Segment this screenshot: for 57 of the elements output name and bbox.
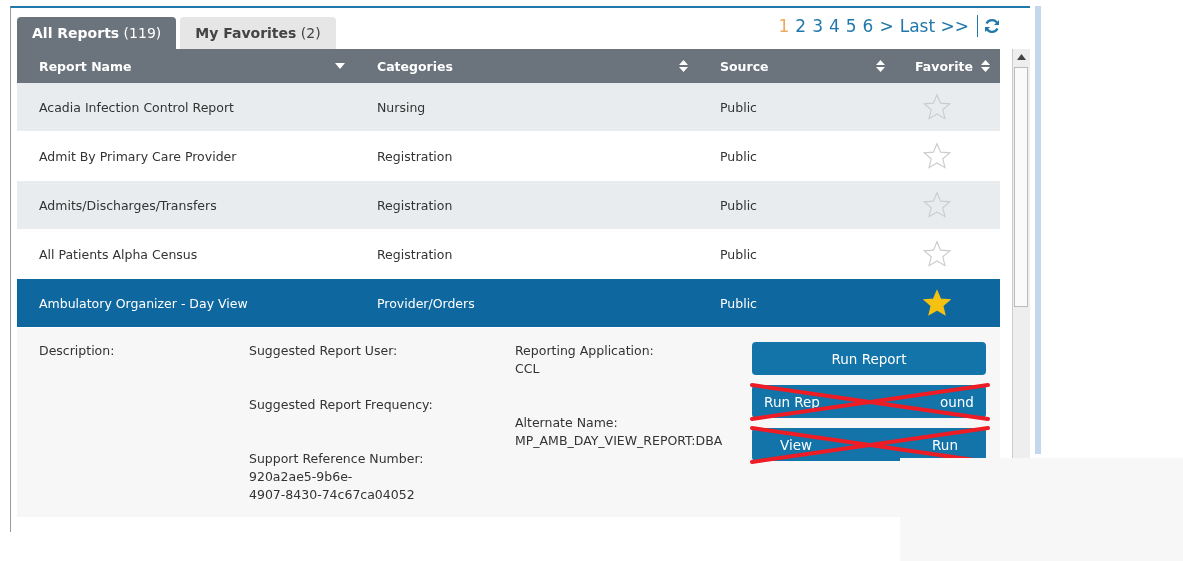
- page-link[interactable]: 3: [812, 16, 823, 36]
- category-cell-text: Registration: [376, 246, 454, 262]
- report-name: Admits/Discharges/Transfers: [38, 197, 218, 213]
- report-name: Admit By Primary Care Provider: [38, 148, 238, 164]
- button-label-fragment: View: [780, 436, 813, 453]
- source-cell-text: Public: [719, 197, 758, 213]
- favorite-star-icon[interactable]: [923, 289, 951, 317]
- field-label: Reporting Application:: [515, 342, 655, 360]
- page-link[interactable]: 5: [845, 16, 857, 36]
- source-cell-text: Public: [719, 148, 758, 164]
- page-link[interactable]: Last >>: [899, 16, 969, 36]
- tab[interactable]: My Favorites (2): [180, 17, 336, 49]
- source-cell-text: Public: [719, 295, 758, 311]
- page-link[interactable]: >: [879, 16, 894, 36]
- category-cell-text: Nursing: [376, 99, 427, 115]
- field-label: Support Reference Number:: [249, 450, 425, 468]
- field-label: Suggested Report User:: [249, 342, 399, 360]
- favorite-star-icon[interactable]: [923, 93, 951, 121]
- source-cell-text: Public: [719, 99, 758, 115]
- field-value: CCL: [515, 360, 541, 378]
- field-value: 920a2ae5-9b6e-: [249, 468, 354, 486]
- field-value: 4907-8430-74c67ca04052: [249, 486, 416, 504]
- page-link[interactable]: 2: [795, 16, 807, 36]
- column-header[interactable]: Favorite: [915, 58, 973, 74]
- field-label: Alternate Name:: [515, 414, 619, 432]
- report-row[interactable]: Acadia Infection Control Report Nursing Public: [17, 83, 1000, 132]
- report-name: Acadia Infection Control Report: [38, 99, 235, 115]
- favorite-star-icon[interactable]: [923, 142, 951, 170]
- report-row[interactable]: Ambulatory Organizer - Day View Provider/Orders Public: [17, 279, 1000, 328]
- refresh-icon[interactable]: [984, 18, 1000, 34]
- category-cell-text: Provider/Orders: [376, 295, 476, 311]
- sort-icon[interactable]: [981, 60, 990, 72]
- report-row[interactable]: Admits/Discharges/Transfers Registration Public: [17, 181, 1000, 230]
- column-header[interactable]: Source: [720, 58, 769, 74]
- scroll-up-icon[interactable]: [1017, 54, 1026, 60]
- page-link[interactable]: 4: [828, 16, 840, 36]
- column-header[interactable]: Report Name: [39, 58, 132, 74]
- tab[interactable]: All Reports (119): [17, 17, 177, 49]
- source-cell-text: Public: [719, 246, 758, 262]
- report-name: All Patients Alpha Census: [38, 246, 199, 262]
- sort-desc-icon[interactable]: [335, 63, 345, 69]
- category-cell-text: Registration: [376, 197, 454, 213]
- button-label-fragment: Run: [932, 436, 958, 453]
- category-cell-text: Registration: [376, 148, 454, 164]
- report-name: Ambulatory Organizer - Day View: [38, 295, 249, 311]
- field-value: MP_AMB_DAY_VIEW_REPORT:DBA: [515, 432, 724, 450]
- button-label-fragment: Run Rep: [764, 393, 820, 410]
- sort-icon[interactable]: [876, 60, 885, 72]
- field-label: Suggested Report Frequency:: [249, 396, 434, 414]
- column-header[interactable]: Categories: [377, 58, 453, 74]
- favorite-star-icon[interactable]: [923, 240, 951, 268]
- favorite-star-icon[interactable]: [923, 191, 951, 219]
- sort-icon[interactable]: [679, 60, 688, 72]
- button-label-fragment: ound: [939, 393, 974, 410]
- field-label: Description:: [39, 342, 116, 360]
- page-link[interactable]: 6: [862, 16, 874, 36]
- action-button[interactable]: Run Report: [752, 342, 986, 375]
